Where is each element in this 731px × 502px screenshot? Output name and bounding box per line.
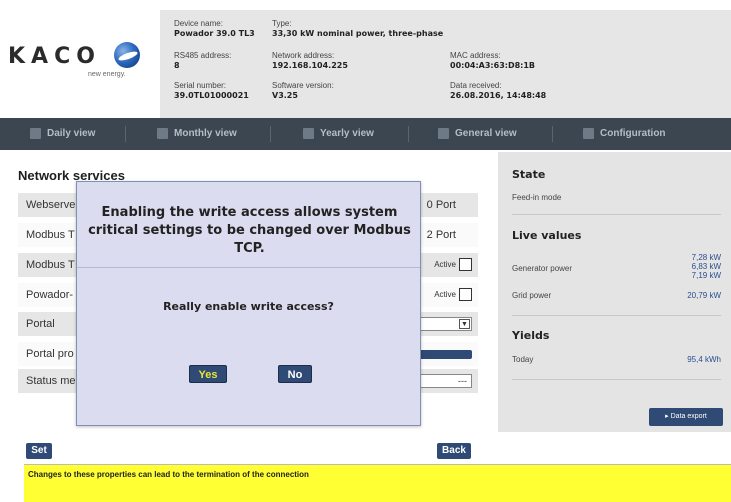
type-field: Type: 33,30 kW nominal power, three-phas…: [272, 19, 443, 39]
generator-power-value: 7,28 kW: [691, 253, 721, 262]
state-value: Feed-in mode: [512, 193, 562, 202]
nav-daily-view-label: Daily view: [47, 128, 96, 139]
data-export-button[interactable]: ▸ Data export: [649, 408, 723, 426]
generator-power-values: 7,28 kW 6,83 kW 7,19 kW: [692, 253, 721, 280]
globe-icon: [114, 42, 140, 68]
software-version-value: V3.25: [272, 91, 298, 100]
yields-title: Yields: [512, 329, 550, 342]
calendar-day-icon: [30, 127, 41, 139]
logo-tagline: new energy.: [88, 71, 126, 78]
data-received-value: 26.08.2016, 14:48:48: [450, 91, 547, 100]
software-version-label: Software version:: [272, 81, 334, 90]
network-address-value: 192.168.104.225: [272, 61, 348, 70]
grid-power-label: Grid power: [512, 291, 552, 300]
nav-general-view-label: General view: [455, 128, 517, 139]
row-label: Portal: [26, 318, 55, 330]
warning-text: Changes to these properties can lead to …: [28, 470, 309, 479]
live-values-title: Live values: [512, 229, 582, 242]
state-title: State: [512, 168, 546, 181]
row-label: Portal pro: [26, 348, 74, 360]
powador-active-checkbox[interactable]: [459, 288, 472, 301]
status-panel: State Feed-in mode Live values Generator…: [498, 152, 731, 432]
modbus-active-checkbox[interactable]: [459, 258, 472, 271]
device-name-field: Device name: Powador 39.0 TL3: [174, 19, 255, 39]
active-label: Active: [434, 290, 456, 299]
row-label: Status me: [26, 375, 76, 387]
port-label: 2 Port: [426, 229, 456, 241]
nav-configuration[interactable]: Configuration: [583, 118, 666, 150]
nav-daily-view[interactable]: Daily view: [30, 118, 95, 150]
device-info-panel: Device name: Powador 39.0 TL3 Type: 33,3…: [160, 10, 731, 118]
yes-button[interactable]: Yes: [189, 365, 227, 383]
logo-text: KACO: [8, 44, 101, 69]
row-label: Powador-: [26, 289, 74, 301]
rs485-value: 8: [174, 61, 180, 70]
today-label: Today: [512, 355, 534, 364]
warning-bar: Changes to these properties can lead to …: [24, 464, 731, 502]
generator-power-value: 7,19 kW: [691, 271, 721, 280]
rs485-label: RS485 address:: [174, 51, 232, 60]
nav-general-view[interactable]: General view: [438, 118, 517, 150]
nav-divider: [408, 126, 409, 142]
nav-configuration-label: Configuration: [600, 128, 666, 139]
divider: [512, 379, 721, 380]
nav-monthly-view-label: Monthly view: [174, 128, 237, 139]
dialog-divider: [77, 267, 420, 268]
rs485-field: RS485 address: 8: [174, 51, 231, 71]
device-name-label: Device name:: [174, 19, 223, 28]
serial-number-value: 39.0TL01000021: [174, 91, 249, 100]
calendar-year-icon: [303, 127, 314, 139]
confirm-dialog: Enabling the write access allows system …: [76, 181, 421, 426]
dialog-message: Enabling the write access allows system …: [88, 205, 411, 256]
device-name-value: Powador 39.0 TL3: [174, 29, 255, 38]
row-label: Modbus T: [26, 229, 75, 241]
nav-monthly-view[interactable]: Monthly view: [157, 118, 237, 150]
type-label: Type:: [272, 19, 292, 28]
no-button[interactable]: No: [278, 365, 312, 383]
serial-number-label: Serial number:: [174, 81, 227, 90]
grid-power-value: 20,79 kW: [687, 291, 721, 300]
generator-power-value: 6,83 kW: [691, 262, 721, 271]
nav-divider: [270, 126, 271, 142]
software-version-field: Software version: V3.25: [272, 81, 334, 101]
nav-divider: [125, 126, 126, 142]
row-label: Modbus T: [26, 259, 75, 271]
today-value: 95,4 kWh: [687, 355, 721, 364]
overview-icon: [438, 127, 449, 139]
type-value: 33,30 kW nominal power, three-phase: [272, 29, 444, 38]
back-button[interactable]: Back: [437, 443, 471, 459]
port-label: 0 Port: [426, 199, 456, 211]
nav-yearly-view-label: Yearly view: [320, 128, 374, 139]
nav-yearly-view[interactable]: Yearly view: [303, 118, 374, 150]
active-label: Active: [434, 260, 456, 269]
header: KACO new energy. Device name: Powador 39…: [0, 0, 731, 118]
divider: [512, 214, 721, 215]
row-label: Webserve: [26, 199, 76, 211]
mac-address-label: MAC address:: [450, 51, 501, 60]
data-received-label: Data received:: [450, 81, 502, 90]
generator-power-label: Generator power: [512, 264, 573, 273]
chevron-down-icon: ▼: [459, 319, 470, 329]
network-address-field: Network address: 192.168.104.225: [272, 51, 348, 71]
divider: [512, 315, 721, 316]
configuration-icon: [583, 127, 594, 139]
data-received-field: Data received: 26.08.2016, 14:48:48: [450, 81, 546, 101]
network-address-label: Network address:: [272, 51, 335, 60]
mac-address-field: MAC address: 00:04:A3:63:D8:1B: [450, 51, 535, 71]
set-button[interactable]: Set: [26, 443, 52, 459]
main-nav: Daily view Monthly view Yearly view Gene…: [0, 118, 731, 150]
kaco-logo: KACO new energy.: [8, 34, 148, 84]
mac-address-value: 00:04:A3:63:D8:1B: [450, 61, 536, 70]
calendar-month-icon: [157, 127, 168, 139]
dialog-question: Really enable write access?: [163, 300, 334, 313]
serial-number-field: Serial number: 39.0TL01000021: [174, 81, 249, 101]
nav-divider: [552, 126, 553, 142]
